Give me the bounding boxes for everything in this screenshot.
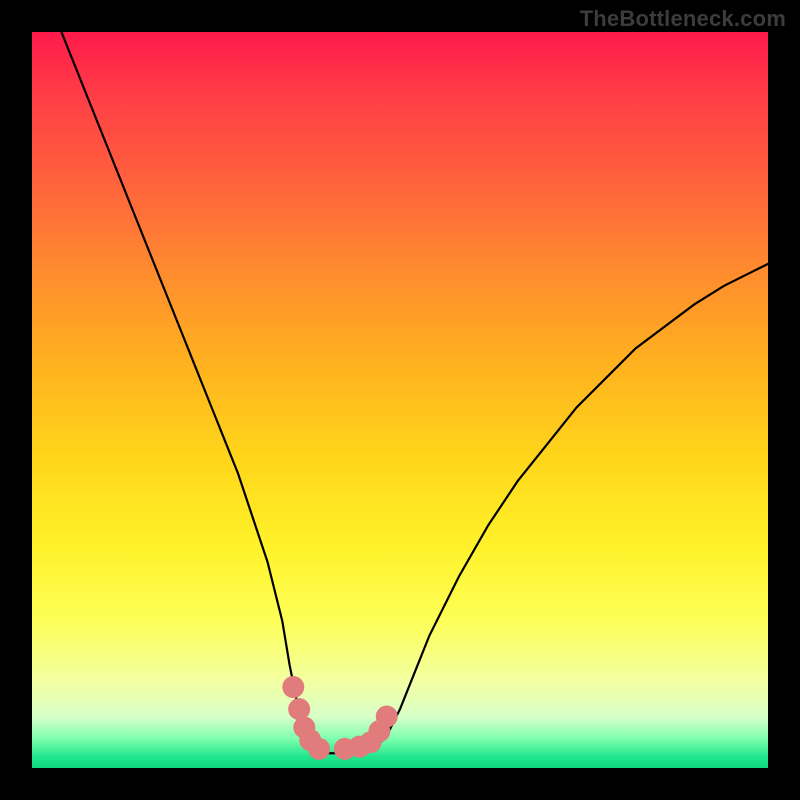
chart-svg [32,32,768,768]
markers-layer [282,676,397,760]
bottleneck-curve [61,32,768,753]
watermark-text: TheBottleneck.com [580,6,786,32]
plot-area [32,32,768,768]
marker-dot [282,676,304,698]
chart-frame: TheBottleneck.com [0,0,800,800]
curve-layer [61,32,768,753]
marker-dot [376,705,398,727]
marker-dot [308,738,330,760]
